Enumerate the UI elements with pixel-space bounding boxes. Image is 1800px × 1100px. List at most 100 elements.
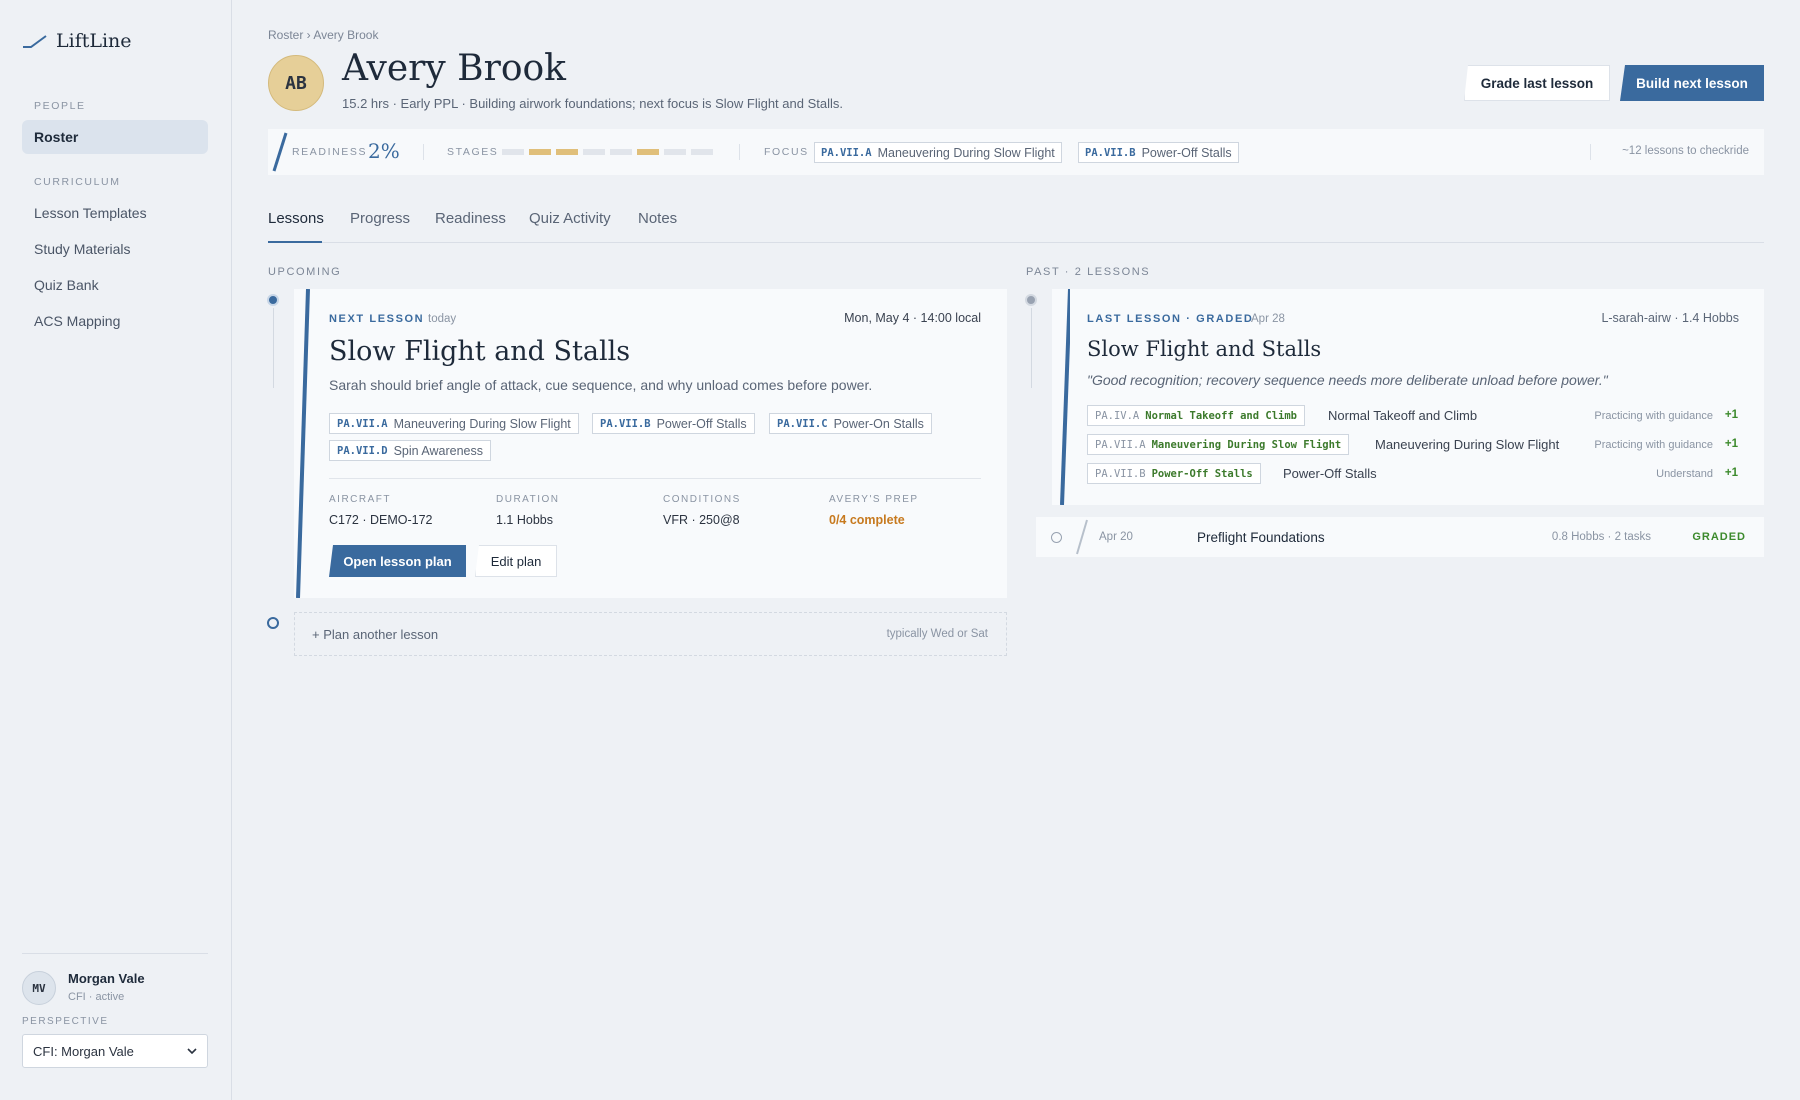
acs-tag[interactable]: PA.VII.B Power-Off Stalls xyxy=(1087,463,1261,484)
strip-divider xyxy=(739,144,740,160)
plan-another-lesson[interactable]: + Plan another lesson typically Wed or S… xyxy=(294,612,1007,656)
brand[interactable]: LiftLine xyxy=(22,30,132,52)
page-title: Avery Brook xyxy=(342,48,566,89)
past-label: PAST · 2 LESSONS xyxy=(1026,266,1151,278)
prep-label: AVERY'S PREP xyxy=(829,494,919,505)
timeline-line xyxy=(1031,308,1032,388)
focus-tag[interactable]: PA.VII.B Power-Off Stalls xyxy=(1078,142,1239,163)
sidebar-item-quiz-bank[interactable]: Quiz Bank xyxy=(22,268,208,302)
stage-segment xyxy=(556,149,578,155)
stat-strip: READINESS 2% STAGES FOCUS PA.VII.A Maneu… xyxy=(268,129,1764,175)
acs-code: PA.VII.A xyxy=(337,417,388,430)
aircraft-label: AIRCRAFT xyxy=(329,494,391,505)
timeline-dot xyxy=(267,294,279,306)
acs-tag[interactable]: PA.IV.A Normal Takeoff and Climb xyxy=(1087,405,1305,426)
readiness-label: READINESS xyxy=(292,146,368,158)
past-lesson-meta: 0.8 Hobbs · 2 tasks xyxy=(1551,531,1651,543)
acs-name: Power-Off Stalls xyxy=(1141,145,1232,160)
grade-delta: +1 xyxy=(1724,467,1738,479)
prep-value: 0/4 complete xyxy=(829,513,905,527)
duration-value: 1.1 Hobbs xyxy=(496,513,553,527)
acs-code: PA.IV.A xyxy=(1095,409,1140,422)
grade-task-name: Normal Takeoff and Climb xyxy=(1328,408,1478,423)
grade-task-name: Maneuvering During Slow Flight xyxy=(1375,437,1560,452)
grade-task-name: Power-Off Stalls xyxy=(1283,466,1377,481)
sidebar-item-study-materials[interactable]: Study Materials xyxy=(22,232,208,266)
acs-name: Power-Off Stalls xyxy=(1151,467,1253,480)
last-lesson-quote: "Good recognition; recovery sequence nee… xyxy=(1087,372,1608,388)
sidebar-divider xyxy=(22,953,208,954)
stage-segment xyxy=(529,149,551,155)
user-role: CFI · active xyxy=(68,991,125,1003)
next-lesson-kicker: NEXT LESSON xyxy=(329,313,425,325)
perspective-select[interactable]: CFI: Morgan Vale xyxy=(22,1034,208,1068)
acs-tag[interactable]: PA.VII.B Power-Off Stalls xyxy=(592,413,755,434)
sidebar-item-acs-mapping[interactable]: ACS Mapping xyxy=(22,304,208,338)
grade-level: Understand xyxy=(1656,468,1713,480)
grade-delta: +1 xyxy=(1724,438,1738,450)
section-title-curriculum: CURRICULUM xyxy=(34,176,121,188)
brand-name: LiftLine xyxy=(56,30,132,52)
acs-tag[interactable]: PA.VII.C Power-On Stalls xyxy=(769,413,932,434)
grade-last-lesson-button[interactable]: Grade last lesson xyxy=(1464,65,1610,101)
tab-lessons[interactable]: Lessons xyxy=(268,210,324,227)
stage-segment xyxy=(664,149,686,155)
timeline-dot-empty xyxy=(267,617,279,629)
status-badge: GRADED xyxy=(1692,531,1746,543)
slash-accent-icon xyxy=(272,132,288,172)
strip-divider xyxy=(423,144,424,160)
conditions-label: CONDITIONS xyxy=(663,494,741,505)
breadcrumb[interactable]: Roster › Avery Brook xyxy=(268,28,378,42)
sidebar-item-lesson-templates[interactable]: Lesson Templates xyxy=(22,196,208,230)
acs-tag[interactable]: PA.VII.D Spin Awareness xyxy=(329,440,491,461)
edit-plan-button[interactable]: Edit plan xyxy=(475,545,557,577)
user-name: Morgan Vale xyxy=(68,971,145,986)
plan-another-hint: typically Wed or Sat xyxy=(886,628,988,640)
section-title-people: PEOPLE xyxy=(34,100,86,112)
acs-name: Maneuvering During Slow Flight xyxy=(393,416,571,431)
card-accent xyxy=(296,289,310,598)
tab-progress[interactable]: Progress xyxy=(350,210,410,227)
sidebar-item-roster[interactable]: Roster xyxy=(22,120,208,154)
acs-code: PA.VII.B xyxy=(1085,146,1136,159)
user-avatar[interactable]: MV xyxy=(22,971,56,1005)
acs-code: PA.VII.A xyxy=(1095,438,1146,451)
chevron-down-icon xyxy=(187,1048,197,1054)
last-lesson-card: LAST LESSON · GRADED Apr 28 L-sarah-airw… xyxy=(1052,289,1764,505)
acs-tag[interactable]: PA.VII.A Maneuvering During Slow Flight xyxy=(329,413,579,434)
acs-name: Maneuvering During Slow Flight xyxy=(1151,438,1342,451)
stage-segment xyxy=(502,149,524,155)
next-lesson-datetime: Mon, May 4 · 14:00 local xyxy=(844,311,981,325)
tab-notes[interactable]: Notes xyxy=(638,210,677,227)
last-lesson-kicker: LAST LESSON · GRADED xyxy=(1087,313,1254,325)
last-lesson-title: Slow Flight and Stalls xyxy=(1087,337,1322,361)
logo-icon xyxy=(23,35,47,48)
focus-tag[interactable]: PA.VII.A Maneuvering During Slow Flight xyxy=(814,142,1062,163)
stages-label: STAGES xyxy=(447,146,499,158)
open-lesson-plan-button[interactable]: Open lesson plan xyxy=(329,545,466,577)
past-lesson-row[interactable]: Apr 20 Preflight Foundations 0.8 Hobbs ·… xyxy=(1036,517,1764,557)
stage-segment xyxy=(610,149,632,155)
student-subtitle: 15.2 hrs · Early PPL · Building airwork … xyxy=(342,96,843,111)
grade-delta: +1 xyxy=(1724,409,1738,421)
checkride-estimate: ~12 lessons to checkride xyxy=(1622,145,1749,157)
acs-tag[interactable]: PA.VII.A Maneuvering During Slow Flight xyxy=(1087,434,1350,455)
past-lesson-date: Apr 20 xyxy=(1099,531,1133,543)
aircraft-value: C172 · DEMO-172 xyxy=(329,513,433,527)
tab-readiness[interactable]: Readiness xyxy=(435,210,506,227)
card-divider xyxy=(329,478,981,479)
next-lesson-card: NEXT LESSON today Mon, May 4 · 14:00 loc… xyxy=(294,289,1007,598)
perspective-value: CFI: Morgan Vale xyxy=(33,1043,134,1059)
acs-name: Power-Off Stalls xyxy=(656,416,747,431)
tab-bar: Lessons Progress Readiness Quiz Activity… xyxy=(268,208,1764,243)
next-lesson-title: Slow Flight and Stalls xyxy=(329,336,631,367)
build-next-lesson-button[interactable]: Build next lesson xyxy=(1620,65,1764,101)
tab-quiz-activity[interactable]: Quiz Activity xyxy=(529,210,611,227)
focus-label: FOCUS xyxy=(764,146,809,158)
next-lesson-when: today xyxy=(428,313,457,325)
last-lesson-date: Apr 28 xyxy=(1251,313,1285,325)
card-accent xyxy=(1060,289,1070,505)
grade-level: Practicing with guidance xyxy=(1594,439,1713,451)
stage-segment xyxy=(583,149,605,155)
stage-segment xyxy=(637,149,659,155)
